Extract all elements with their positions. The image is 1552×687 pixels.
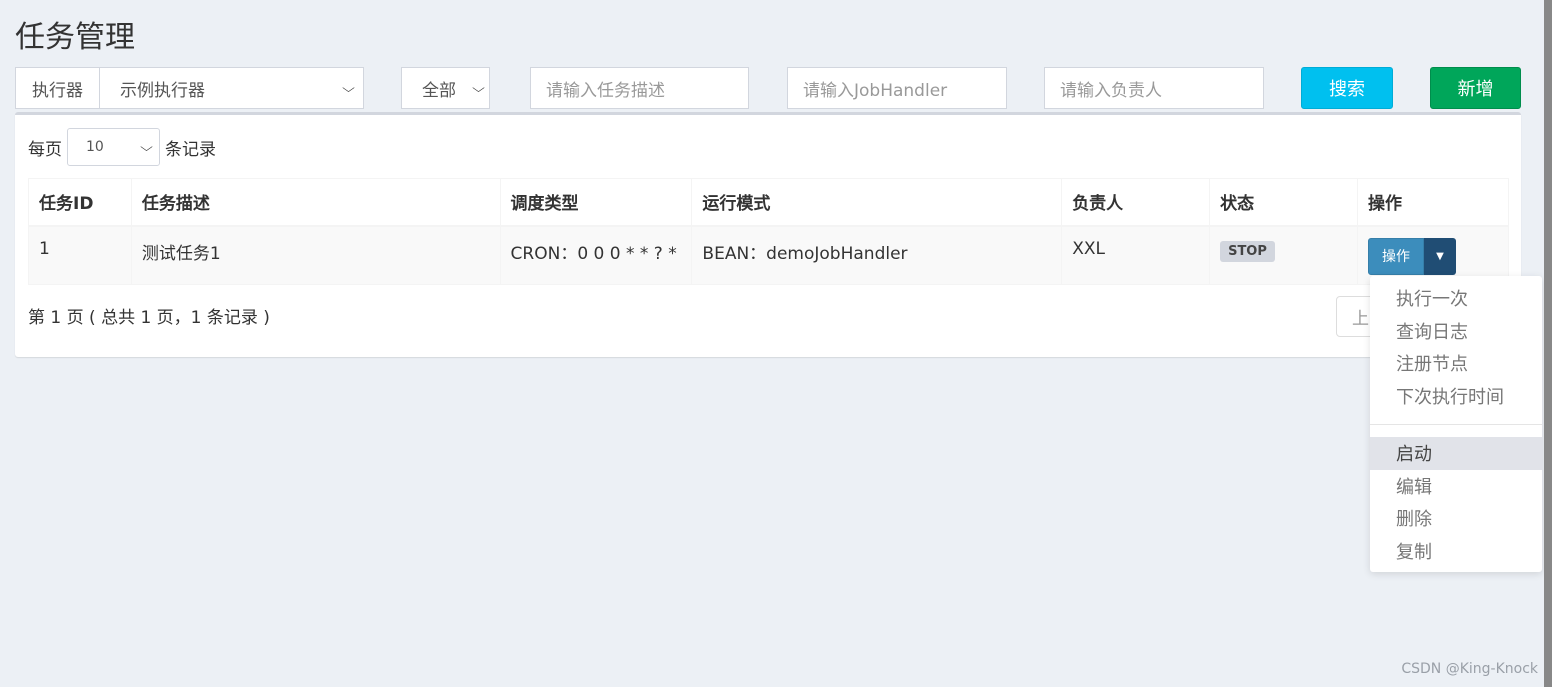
col-header-id[interactable]: 任务ID <box>28 178 132 227</box>
menu-item-delete[interactable]: 删除 <box>1370 502 1542 535</box>
add-button[interactable]: 新增 <box>1430 67 1521 109</box>
executor-value: 示例执行器 <box>120 80 205 101</box>
perpage-prefix: 每页 <box>28 139 62 160</box>
executor-label: 执行器 <box>16 68 100 108</box>
cell-author: XXL <box>1061 225 1211 285</box>
col-header-desc[interactable]: 任务描述 <box>130 178 501 227</box>
menu-divider <box>1370 424 1542 425</box>
menu-item-query-log[interactable]: 查询日志 <box>1370 315 1542 348</box>
status-select[interactable]: 全部 ⌵ <box>401 67 490 109</box>
menu-item-registry-nodes[interactable]: 注册节点 <box>1370 347 1542 380</box>
page-length-select[interactable]: 10 ⌵ <box>67 128 160 166</box>
caret-down-icon[interactable]: ▼ <box>1423 237 1456 275</box>
operation-button-group[interactable]: 操作 ▼ <box>1367 237 1456 275</box>
menu-item-run-once[interactable]: 执行一次 <box>1370 282 1542 315</box>
menu-item-copy[interactable]: 复制 <box>1370 535 1542 568</box>
executor-select[interactable]: 示例执行器 ⌵ <box>100 68 363 108</box>
table-header-row: 任务ID 任务描述 调度类型 运行模式 负责人 状态 操作 <box>28 178 1510 227</box>
col-header-ops: 操作 <box>1356 178 1510 227</box>
cell-schedule: CRON：0 0 0 * * ? * <box>499 225 693 285</box>
page-length-value: 10 <box>86 139 104 155</box>
chevron-down-icon: ⌵ <box>472 80 485 95</box>
chevron-down-icon: ⌵ <box>342 80 355 95</box>
search-button[interactable]: 搜索 <box>1301 67 1393 109</box>
col-header-author[interactable]: 负责人 <box>1061 178 1211 227</box>
col-header-mode[interactable]: 运行模式 <box>691 178 1063 227</box>
status-value: 全部 <box>422 80 456 101</box>
author-input[interactable]: 请输入负责人 <box>1044 67 1264 109</box>
filter-bar: 执行器 示例执行器 ⌵ 全部 ⌵ 请输入任务描述 请输入JobHandler 请… <box>15 67 1525 109</box>
table-row: 1 测试任务1 CRON：0 0 0 * * ? * BEAN：demoJobH… <box>28 225 1510 285</box>
cell-desc: 测试任务1 <box>130 225 501 285</box>
pagination-info: 第 1 页 ( 总共 1 页，1 条记录 ) <box>28 308 270 328</box>
page-title: 任务管理 <box>15 20 135 55</box>
executor-select-group[interactable]: 执行器 示例执行器 ⌵ <box>15 67 364 109</box>
menu-item-edit[interactable]: 编辑 <box>1370 470 1542 503</box>
menu-item-start[interactable]: 启动 <box>1370 437 1542 470</box>
chevron-down-icon: ⌵ <box>140 139 153 154</box>
perpage-suffix: 条记录 <box>165 139 216 160</box>
operation-button[interactable]: 操作 <box>1367 237 1424 275</box>
job-table: 任务ID 任务描述 调度类型 运行模式 负责人 状态 操作 1 测试任务1 CR… <box>28 178 1510 285</box>
menu-item-next-trigger-time[interactable]: 下次执行时间 <box>1370 380 1542 413</box>
operation-dropdown-menu: 执行一次 查询日志 注册节点 下次执行时间 启动 编辑 删除 复制 <box>1370 276 1542 572</box>
cell-mode: BEAN：demoJobHandler <box>691 225 1063 285</box>
cell-id: 1 <box>28 225 132 285</box>
status-badge: STOP <box>1220 240 1275 262</box>
jobhandler-input[interactable]: 请输入JobHandler <box>787 67 1007 109</box>
col-header-status[interactable]: 状态 <box>1209 178 1358 227</box>
scrollbar[interactable] <box>1544 0 1552 687</box>
task-desc-input[interactable]: 请输入任务描述 <box>530 67 749 109</box>
cell-status: STOP <box>1209 225 1358 285</box>
job-list-box: 每页 10 ⌵ 条记录 任务ID 任务描述 调度类型 运行模式 负责人 状态 操… <box>15 112 1521 357</box>
page-length-control: 每页 10 ⌵ 条记录 <box>28 128 216 166</box>
col-header-schedule[interactable]: 调度类型 <box>499 178 693 227</box>
watermark: CSDN @King-Knock <box>1401 661 1538 677</box>
